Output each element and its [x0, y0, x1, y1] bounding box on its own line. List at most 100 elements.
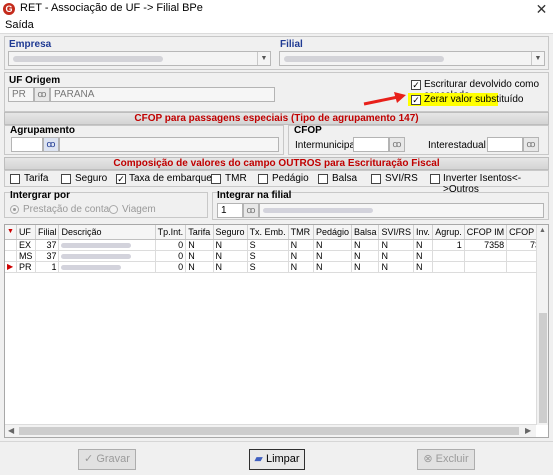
agrupamento-label: Agrupamento: [10, 125, 75, 136]
svirs-checkbox[interactable]: [371, 174, 381, 184]
menu-saida[interactable]: Saída: [5, 19, 34, 31]
data-grid[interactable]: ▼ UF Filial Descrição Tp.Int. Tarifa Seg…: [4, 224, 549, 438]
tmr-checkbox[interactable]: [211, 174, 221, 184]
scroll-left-icon[interactable]: ◀: [8, 426, 14, 435]
app-logo-icon: G: [3, 3, 15, 15]
column-header[interactable]: Inv.: [413, 225, 434, 240]
scroll-right-icon[interactable]: ▶: [525, 426, 531, 435]
agrupamento-field[interactable]: [11, 137, 43, 152]
column-header[interactable]: SVI/RS: [378, 225, 414, 240]
scrollbar-thumb[interactable]: [539, 313, 547, 423]
cell-filial: 1: [35, 261, 60, 273]
scroll-up-icon[interactable]: ▲: [539, 227, 546, 234]
column-header[interactable]: UF: [16, 225, 36, 240]
taxa-embarque-label: Taxa de embarque: [129, 173, 212, 184]
gravar-label: Gravar: [96, 453, 130, 465]
table-row-selected[interactable]: ▶ PR 1 0 N N S N N N N N: [5, 261, 548, 273]
binoculars-icon[interactable]: ꝏ: [243, 203, 259, 218]
integrar-filial-field[interactable]: 1: [217, 203, 243, 218]
cell-tmr: N: [288, 261, 314, 273]
cell-tarifa: N: [185, 239, 214, 251]
taxa-embarque-checkbox[interactable]: ✓: [116, 174, 126, 184]
cell-balsa: N: [351, 239, 380, 251]
cell-seguro: N: [213, 239, 248, 251]
column-header[interactable]: Tarifa: [185, 225, 214, 240]
cell-svirs: N: [378, 239, 414, 251]
pedagio-label: Pedágio: [272, 173, 309, 184]
binoculars-icon[interactable]: ꝏ: [34, 87, 50, 102]
cell-tmr: N: [288, 239, 314, 251]
column-header[interactable]: Balsa: [351, 225, 380, 240]
window-title: RET - Associação de UF -> Filial BPe: [20, 2, 203, 14]
binoculars-icon[interactable]: ꝏ: [389, 137, 405, 152]
intermunicipal-field[interactable]: [353, 137, 389, 152]
column-header[interactable]: CFOP IM: [464, 225, 508, 240]
check-icon: ✓: [84, 453, 94, 465]
cell-tpint: 0: [155, 239, 187, 251]
integrar-filial-desc-field: [259, 203, 544, 218]
cell-inv: N: [413, 239, 434, 251]
column-header[interactable]: Descrição: [58, 225, 156, 240]
cell-agrup: 1: [432, 239, 465, 251]
cell-descricao: [58, 261, 156, 273]
tarifa-checkbox[interactable]: [10, 174, 20, 184]
column-header[interactable]: Seguro: [213, 225, 248, 240]
cell-uf: MS: [16, 250, 36, 262]
limpar-button[interactable]: ▰ Limpar: [249, 449, 305, 470]
column-header[interactable]: Tp.Int.: [155, 225, 187, 240]
cell-balsa: N: [351, 261, 380, 273]
gravar-button[interactable]: ✓ Gravar: [78, 449, 136, 470]
interestadual-label: Interestadual: [428, 140, 486, 151]
zerar-checkbox[interactable]: ✓: [411, 95, 421, 105]
cell-seguro: N: [213, 261, 248, 273]
cfop-label: CFOP: [294, 125, 322, 136]
sort-indicator-icon: ▼: [5, 225, 17, 240]
excluir-button[interactable]: ⊗ Excluir: [417, 449, 475, 470]
prestacao-radio[interactable]: [10, 205, 19, 214]
close-icon[interactable]: ✕: [530, 0, 553, 18]
inverter-checkbox[interactable]: [430, 174, 440, 184]
chevron-down-icon: ▼: [257, 52, 270, 65]
cell-balsa: N: [351, 250, 380, 262]
column-header[interactable]: Pedágio: [313, 225, 352, 240]
zerar-label: Zerar valor substituído: [424, 94, 524, 105]
column-header[interactable]: Filial: [35, 225, 60, 240]
scrollbar-thumb[interactable]: [19, 427, 519, 435]
cell-tmr: N: [288, 250, 314, 262]
column-header[interactable]: Agrup.: [432, 225, 465, 240]
horizontal-scrollbar[interactable]: ◀ ▶: [5, 424, 536, 437]
binoculars-icon[interactable]: ꝏ: [43, 137, 59, 152]
column-header[interactable]: Tx. Emb.: [247, 225, 289, 240]
filial-select[interactable]: ▼: [279, 51, 545, 66]
empresa-select[interactable]: ▼: [8, 51, 271, 66]
balsa-checkbox[interactable]: [318, 174, 328, 184]
filial-label: Filial: [280, 39, 303, 50]
balsa-label: Balsa: [332, 173, 358, 184]
table-row[interactable]: EX 37 0 N N S N N N N N 1 7358 735: [5, 239, 548, 251]
column-header[interactable]: TMR: [288, 225, 314, 240]
menu-bar: [0, 18, 553, 34]
interestadual-field[interactable]: [487, 137, 523, 152]
cell-tarifa: N: [185, 250, 214, 262]
table-row[interactable]: MS 37 0 N N S N N N N N: [5, 250, 548, 262]
cell-uf: EX: [16, 239, 36, 251]
viagem-label: Viagem: [122, 204, 156, 215]
escriturar-checkbox[interactable]: ✓: [411, 80, 421, 90]
uf-code-field[interactable]: PR: [8, 87, 34, 102]
delete-icon: ⊗: [423, 453, 433, 465]
cfop-section-title: CFOP para passagens especiais (Tipo de a…: [4, 112, 549, 125]
cell-descricao: [58, 239, 156, 251]
vertical-scrollbar[interactable]: ▲: [536, 225, 548, 425]
seguro-label: Seguro: [75, 173, 108, 184]
viagem-radio[interactable]: [109, 205, 118, 214]
excluir-label: Excluir: [435, 453, 469, 465]
cell-pedagio: N: [313, 250, 352, 262]
integrar-filial-label: Integrar na filial: [217, 190, 292, 201]
uf-origem-label: UF Origem: [9, 75, 61, 86]
pedagio-checkbox[interactable]: [258, 174, 268, 184]
cell-cfopim: [464, 261, 508, 273]
empresa-label: Empresa: [9, 39, 52, 50]
seguro-checkbox[interactable]: [61, 174, 71, 184]
cell-tpint: 0: [155, 261, 187, 273]
binoculars-icon[interactable]: ꝏ: [523, 137, 539, 152]
